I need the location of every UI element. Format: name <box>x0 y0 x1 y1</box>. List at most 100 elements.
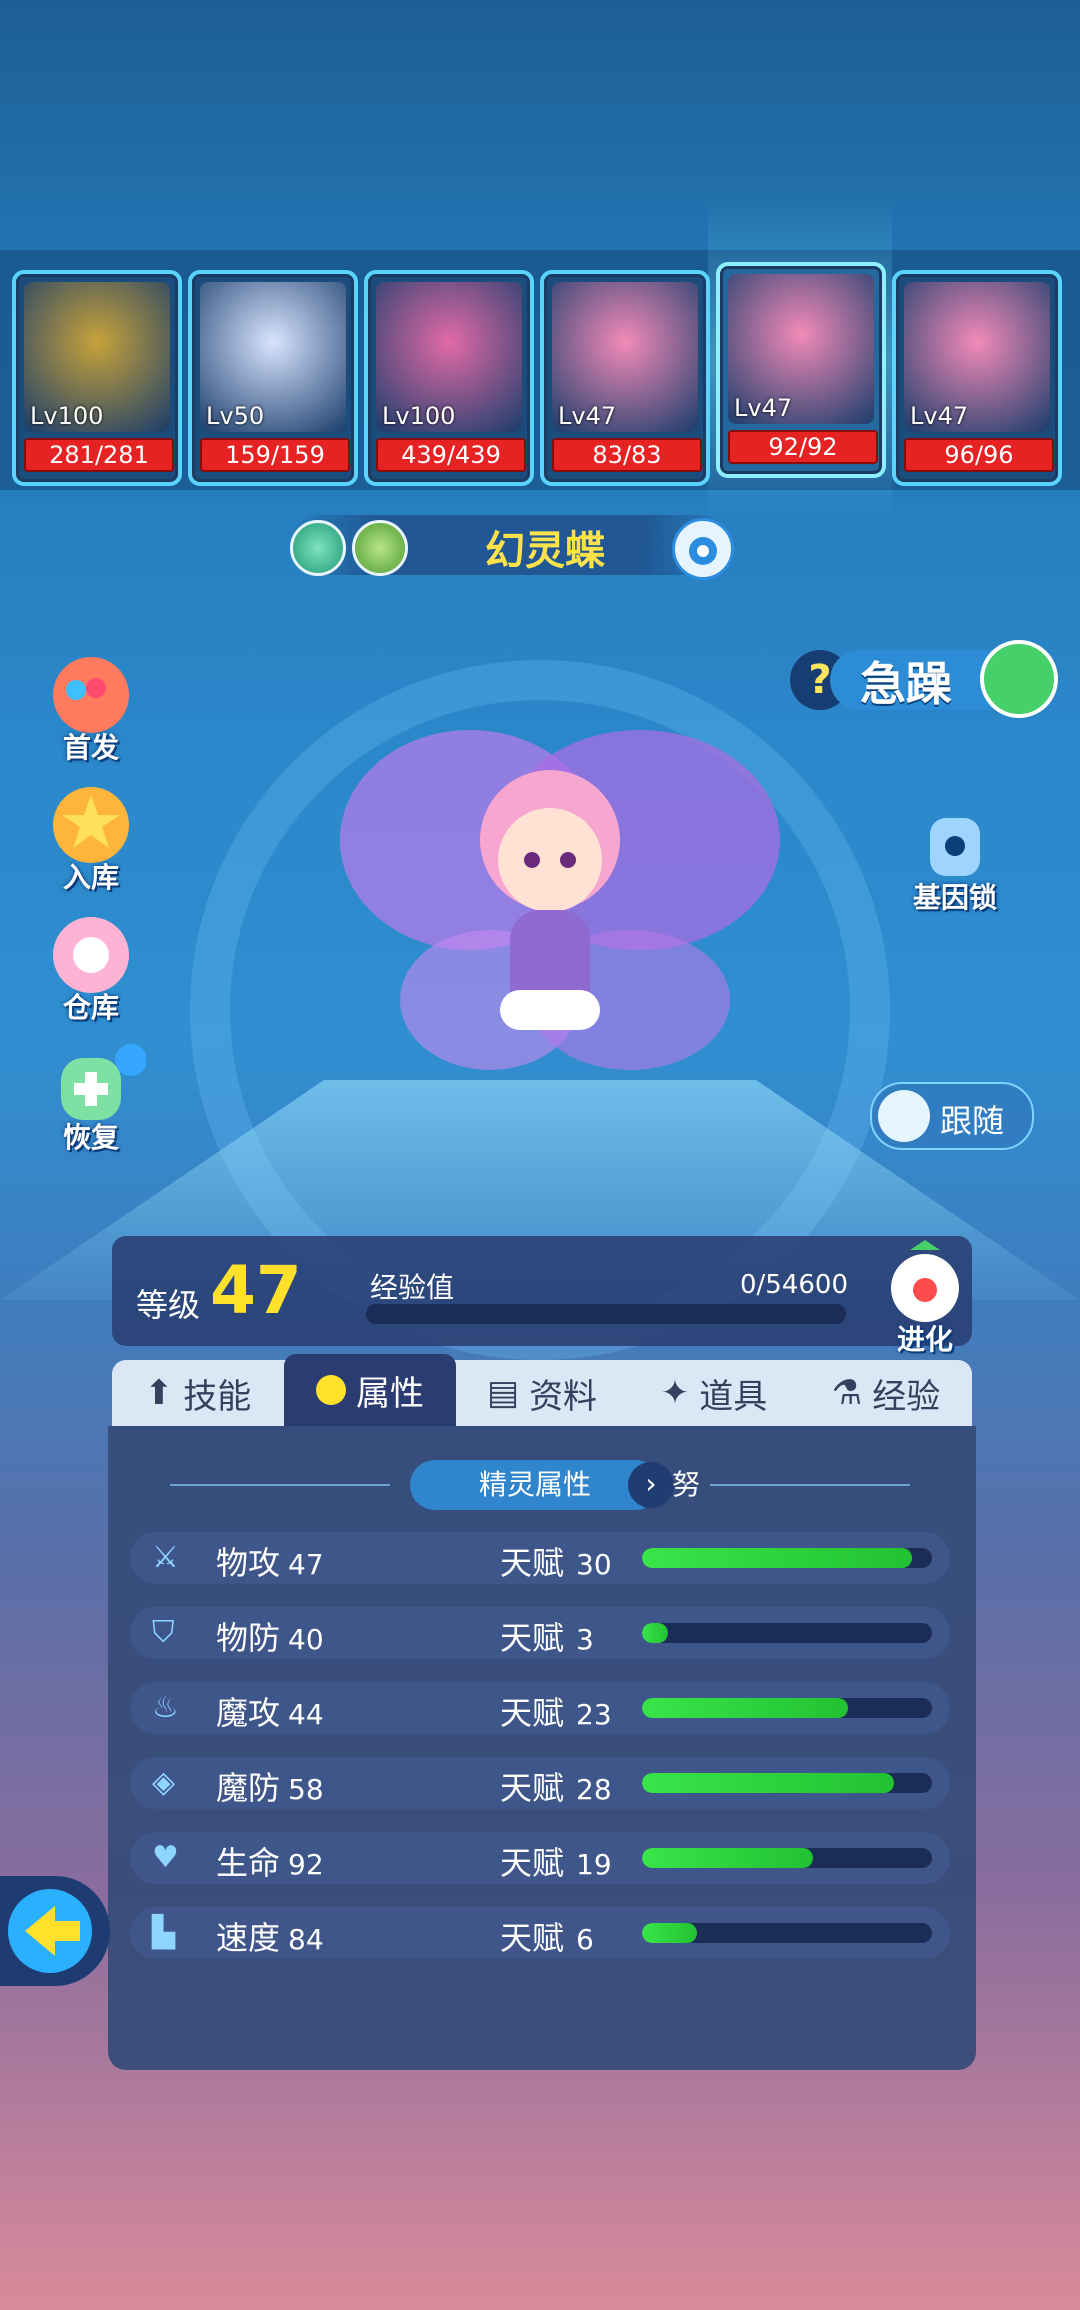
boot-icon: ▙ <box>152 1915 176 1950</box>
team-level: Lv50 <box>206 402 265 430</box>
mood-label: 急躁 <box>860 657 952 711</box>
attribute-label: 魔防 <box>216 1769 281 1807</box>
section-divider-right <box>710 1484 910 1486</box>
attribute-name: 魔攻 44 <box>216 1688 324 1734</box>
attribute-name: 物防 40 <box>216 1613 324 1659</box>
team-card[interactable]: Lv47 83/83 <box>540 270 710 486</box>
attribute-value: 44 <box>288 1698 324 1731</box>
gene-lock-label: 基因锁 <box>912 881 997 914</box>
team-card[interactable]: Lv50 159/159 <box>188 270 358 486</box>
store-button[interactable]: 入库 <box>36 780 146 894</box>
talent: 天赋 30 <box>500 1538 612 1584</box>
exp-bar <box>366 1304 846 1324</box>
tab-exp[interactable]: ⚗ 经验 <box>800 1360 972 1426</box>
tab-attributes[interactable]: 属性 <box>284 1354 456 1426</box>
attribute-label: 生命 <box>216 1844 281 1882</box>
tab-skills-label: 技能 <box>183 1376 252 1417</box>
effort-tab[interactable]: 努 <box>672 1462 712 1508</box>
mood-badge[interactable]: ? 急躁 <box>790 630 1058 720</box>
magic-shield-icon: ◈ <box>152 1765 176 1800</box>
talent-bar <box>642 1773 932 1793</box>
follow-knob <box>878 1090 930 1142</box>
attribute-panel <box>108 1426 976 2070</box>
team-level: Lv47 <box>910 402 969 430</box>
team-level: Lv47 <box>558 402 617 430</box>
exp-label: 经验值 <box>370 1271 455 1304</box>
attribute-label: 速度 <box>216 1919 281 1957</box>
talent-label: 天赋 <box>500 1619 565 1657</box>
attribute-value: 84 <box>288 1923 324 1956</box>
exp-value: 0/54600 <box>740 1270 849 1300</box>
section-title: 精灵属性 <box>410 1460 660 1510</box>
team-hp: 281/281 <box>24 438 174 472</box>
team-card[interactable]: Lv100 281/281 <box>12 270 182 486</box>
first-slot-button[interactable]: 首发 <box>36 650 146 764</box>
team-card[interactable]: Lv100 439/439 <box>364 270 534 486</box>
warehouse-label: 仓库 <box>62 991 119 1024</box>
team-card[interactable]: Lv47 96/96 <box>892 270 1062 486</box>
tab-skills[interactable]: ⬆ 技能 <box>112 1360 284 1426</box>
attribute-label: 物防 <box>216 1619 281 1657</box>
gene-lock-button[interactable]: 基因锁 <box>900 800 1010 914</box>
talent-value: 6 <box>576 1923 594 1956</box>
team-hp: 159/159 <box>200 438 350 472</box>
talent-value: 19 <box>576 1848 612 1881</box>
tab-profile-label: 资料 <box>529 1376 598 1417</box>
back-button[interactable] <box>0 1876 110 1986</box>
star-item-icon: ✦ <box>660 1373 690 1413</box>
evolve-label: 进化 <box>896 1323 953 1356</box>
attribute-row: ◈ 魔防 58 天赋 28 <box>130 1757 950 1809</box>
refresh-icon[interactable] <box>980 640 1058 718</box>
follow-toggle[interactable]: 跟随 <box>870 1082 1034 1150</box>
attribute-value: 58 <box>288 1773 324 1806</box>
up-arrow-icon: ⬆ <box>144 1373 174 1413</box>
talent-label: 天赋 <box>500 1844 565 1882</box>
team-hp: 83/83 <box>552 438 702 472</box>
flame-icon: ♨ <box>152 1690 179 1725</box>
restore-label: 恢复 <box>62 1121 119 1154</box>
attribute-row: ⛉ 物防 40 天赋 3 <box>130 1607 950 1659</box>
attribute-name: 物攻 47 <box>216 1538 324 1584</box>
restore-button[interactable]: 恢复 <box>36 1040 147 1154</box>
attribute-value: 40 <box>288 1623 324 1656</box>
talent-value: 3 <box>576 1623 594 1656</box>
talent-bar <box>642 1623 932 1643</box>
team-level: Lv47 <box>734 394 793 422</box>
follow-label: 跟随 <box>940 1102 1005 1140</box>
talent-label: 天赋 <box>500 1694 565 1732</box>
attribute-row: ⚔ 物攻 47 天赋 30 <box>130 1532 950 1584</box>
talent-label: 天赋 <box>500 1769 565 1807</box>
attribute-name: 速度 84 <box>216 1913 324 1959</box>
attribute-value: 92 <box>288 1848 324 1881</box>
talent-fill <box>642 1848 814 1868</box>
bug-element-icon <box>352 520 408 576</box>
team-hp: 439/439 <box>376 438 526 472</box>
heart-plus-icon: ♥ <box>152 1840 179 1875</box>
talent-bar <box>642 1548 932 1568</box>
tab-exp-label: 经验 <box>872 1376 941 1417</box>
talent-bar <box>642 1923 932 1943</box>
section-divider-left <box>170 1484 390 1486</box>
attribute-label: 魔攻 <box>216 1694 281 1732</box>
team-level: Lv100 <box>30 402 104 430</box>
talent-bar <box>642 1848 932 1868</box>
talent: 天赋 28 <box>500 1763 612 1809</box>
team-level: Lv100 <box>382 402 456 430</box>
level-value: 47 <box>210 1252 302 1329</box>
attribute-name: 生命 92 <box>216 1838 324 1884</box>
talent-value: 23 <box>576 1698 612 1731</box>
team-card[interactable]: Lv47 92/92 <box>716 262 886 478</box>
tab-profile[interactable]: ▤ 资料 <box>456 1360 628 1426</box>
clipboard-icon: ▤ <box>486 1373 520 1413</box>
chevron-right-icon[interactable]: › <box>628 1462 674 1508</box>
pet-profile-icon[interactable] <box>672 518 734 580</box>
level-label: 等级 <box>136 1286 201 1324</box>
talent-fill <box>642 1773 895 1793</box>
tab-items[interactable]: ✦ 道具 <box>628 1360 800 1426</box>
evolve-button[interactable]: 进化 <box>870 1240 980 1356</box>
warehouse-button[interactable]: 仓库 <box>36 910 146 1024</box>
talent: 天赋 6 <box>500 1913 594 1959</box>
talent: 天赋 19 <box>500 1838 612 1884</box>
store-label: 入库 <box>62 861 119 894</box>
talent-fill <box>642 1623 669 1643</box>
